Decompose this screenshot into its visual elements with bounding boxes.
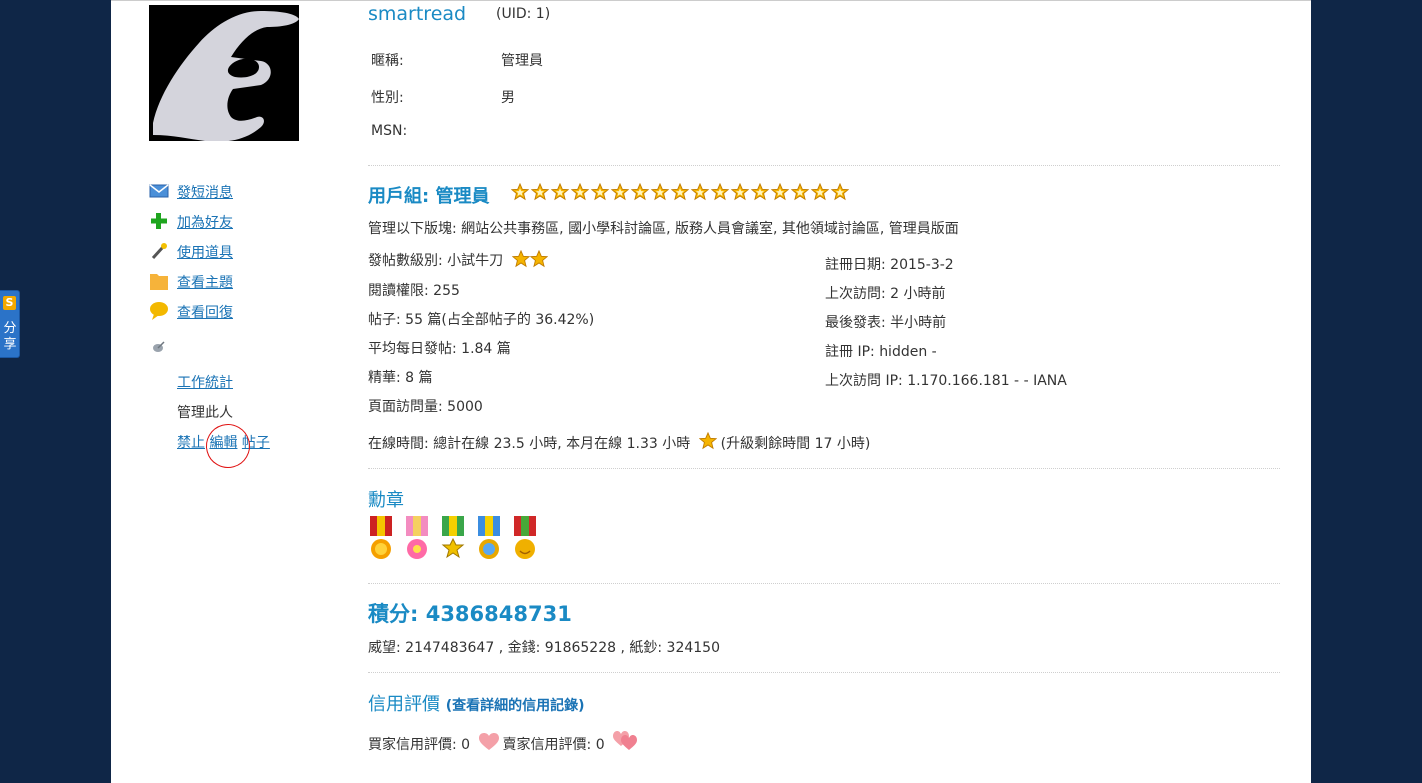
share-tab[interactable]: S 分享 <box>0 290 20 358</box>
medals-title: 勳章 <box>368 490 404 511</box>
top-border <box>111 0 1311 1</box>
star-icon <box>591 183 609 201</box>
upgrade-time: (升級剩餘時間 17 小時) <box>720 436 871 452</box>
add-friend-link[interactable]: 加為好友 <box>177 212 233 232</box>
star-icon <box>691 183 709 201</box>
points-title: 積分: 4386848731 <box>368 602 572 626</box>
star-icon <box>571 183 589 201</box>
avatar-hand-image <box>153 11 299 141</box>
star-icon <box>791 183 809 201</box>
uid: (UID: 1) <box>496 6 551 22</box>
send-message-item[interactable]: 發短消息 <box>149 180 299 202</box>
register-ip: 註冊 IP: hidden - <box>825 344 937 360</box>
register-date: 註冊日期: 2015-3-2 <box>825 257 954 273</box>
star-icon <box>511 249 530 268</box>
digest-count: 精華: 8 篇 <box>368 370 433 386</box>
points-detail: 威望: 2147483647 , 金錢: 91865228 , 紙鈔: 3241… <box>368 640 720 656</box>
manage-user-item: 管理此人 <box>149 400 299 422</box>
star-icon <box>671 183 689 201</box>
work-stats-item[interactable]: 工作統計 <box>149 370 299 392</box>
speech-bubble-icon <box>150 302 168 320</box>
username[interactable]: smartread <box>368 3 466 25</box>
page-views: 頁面訪問量: 5000 <box>368 399 483 415</box>
use-tool-item[interactable]: 使用道具 <box>149 240 299 262</box>
work-stats-link[interactable]: 工作統計 <box>177 372 233 392</box>
credit-row: 買家信用評價: 0 賣家信用評價: 0 <box>368 731 638 754</box>
satellite-item <box>149 336 299 358</box>
star-icon <box>651 183 669 201</box>
envelope-icon <box>149 184 169 198</box>
divider <box>368 468 1280 469</box>
daily-posts: 平均每日發帖: 1.84 篇 <box>368 341 511 357</box>
seller-credit: 賣家信用評價: 0 <box>502 737 605 753</box>
star-icon <box>631 183 649 201</box>
msn-label: MSN: <box>371 123 408 139</box>
star-icon <box>831 183 849 201</box>
online-time-text: 在線時間: 總計在線 23.5 小時, 本月在線 1.33 小時 <box>368 436 691 452</box>
star-icon <box>551 183 569 201</box>
last-post: 最後發表: 半小時前 <box>825 315 947 331</box>
nickname-value: 管理員 <box>501 53 543 69</box>
star-icon <box>711 183 729 201</box>
ban-link[interactable]: 禁止 <box>177 435 205 451</box>
nickname-label: 暱稱: <box>371 53 404 69</box>
user-group-title: 用戶組: 管理員 <box>368 186 490 207</box>
credit-title-row: 信用評價 (查看詳細的信用記錄) <box>368 690 585 716</box>
post-count: 帖子: 55 篇(占全部帖子的 36.42%) <box>368 312 595 328</box>
managed-forums: 管理以下版塊: 網站公共事務區, 國小學科討論區, 版務人員會議室, 其他領域討… <box>368 221 959 237</box>
medal-wave-icon[interactable] <box>476 516 502 562</box>
buyer-credit: 買家信用評價: 0 <box>368 737 471 753</box>
star-icon <box>751 183 769 201</box>
use-tool-link[interactable]: 使用道具 <box>177 242 233 262</box>
medal-star-icon[interactable] <box>440 516 466 562</box>
star-icon <box>771 183 789 201</box>
gender-label: 性別: <box>371 90 404 106</box>
star-icon <box>611 183 629 201</box>
online-time: 在線時間: 總計在線 23.5 小時, 本月在線 1.33 小時 (升級剩餘時間… <box>368 431 871 453</box>
read-permission: 閱讀權限: 255 <box>368 283 460 299</box>
manage-user-label: 管理此人 <box>177 405 233 421</box>
view-topics-item[interactable]: 查看主題 <box>149 270 299 292</box>
gender-value: 男 <box>501 90 515 106</box>
credit-detail-link[interactable]: (查看詳細的信用記錄) <box>446 698 585 714</box>
folder-icon <box>150 274 168 290</box>
medal-smile-icon[interactable] <box>512 516 538 562</box>
star-icon <box>511 183 529 201</box>
satellite-icon <box>153 341 165 352</box>
plus-icon <box>151 213 167 229</box>
star-icon <box>731 183 749 201</box>
view-replies-link[interactable]: 查看回復 <box>177 302 233 322</box>
divider <box>368 672 1280 673</box>
divider <box>368 583 1280 584</box>
post-level-text: 發帖數級別: 小試牛刀 <box>368 253 504 269</box>
star-icon <box>529 249 548 268</box>
star-icon <box>698 431 717 450</box>
view-replies-item[interactable]: 查看回復 <box>149 300 299 322</box>
medal-sun-icon[interactable] <box>368 516 394 562</box>
medals-list <box>368 516 538 562</box>
medal-flower-icon[interactable] <box>404 516 430 562</box>
star-icon <box>811 183 829 201</box>
add-friend-item[interactable]: 加為好友 <box>149 210 299 232</box>
share-label: 分享 <box>3 321 17 352</box>
heart-icon <box>478 733 499 750</box>
last-visit-ip: 上次訪問 IP: 1.170.166.181 - - IANA <box>825 373 1067 389</box>
share-logo-icon: S <box>3 296 16 310</box>
avatar <box>149 5 299 141</box>
credit-title: 信用評價 <box>368 694 440 715</box>
group-stars <box>511 183 849 201</box>
send-message-link[interactable]: 發短消息 <box>177 182 233 202</box>
double-heart-icon <box>613 731 638 750</box>
divider <box>368 165 1280 166</box>
post-level: 發帖數級別: 小試牛刀 <box>368 249 548 270</box>
star-icon <box>531 183 549 201</box>
wand-icon <box>151 243 167 260</box>
view-topics-link[interactable]: 查看主題 <box>177 272 233 292</box>
last-visit: 上次訪問: 2 小時前 <box>825 286 946 302</box>
